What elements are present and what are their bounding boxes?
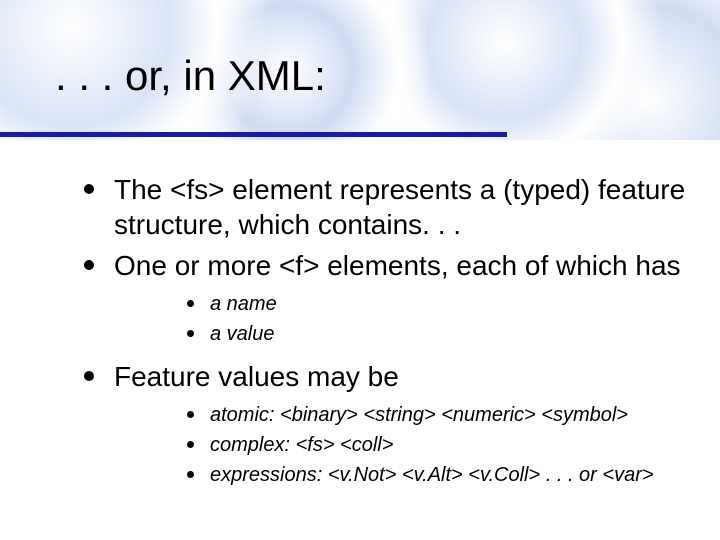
sub-bullet-text: expressions: <v.Not> <v.Alt> <v.Coll> . … bbox=[210, 464, 654, 486]
list-item: One or more <f> elements, each of which … bbox=[80, 248, 690, 349]
sub-bullet-text: complex: <fs> <coll> bbox=[210, 434, 393, 456]
slide-body: The <fs> element represents a (typed) fe… bbox=[0, 140, 720, 490]
sub-bullet-text: a name bbox=[210, 293, 277, 315]
sub-bullet-text: a value bbox=[210, 323, 275, 345]
bullet-list: The <fs> element represents a (typed) fe… bbox=[30, 172, 690, 490]
list-item: The <fs> element represents a (typed) fe… bbox=[80, 172, 690, 242]
slide-header: . . . or, in XML: bbox=[0, 0, 720, 140]
list-item: Feature values may be atomic: <binary> <… bbox=[80, 359, 690, 490]
slide: . . . or, in XML: The <fs> element repre… bbox=[0, 0, 720, 540]
title-underline bbox=[0, 132, 507, 137]
sub-list: atomic: <binary> <string> <numeric> <sym… bbox=[114, 400, 690, 490]
sub-list-item: a value bbox=[184, 319, 690, 349]
bullet-text: The <fs> element represents a (typed) fe… bbox=[114, 174, 685, 240]
bullet-text: Feature values may be bbox=[114, 361, 399, 392]
sub-list: a name a value bbox=[114, 289, 690, 349]
sub-bullet-text: atomic: <binary> <string> <numeric> <sym… bbox=[210, 404, 628, 426]
sub-list-item: expressions: <v.Not> <v.Alt> <v.Coll> . … bbox=[184, 460, 690, 490]
bullet-text: One or more <f> elements, each of which … bbox=[114, 250, 681, 281]
sub-list-item: a name bbox=[184, 289, 690, 319]
sub-list-item: complex: <fs> <coll> bbox=[184, 430, 690, 460]
sub-list-item: atomic: <binary> <string> <numeric> <sym… bbox=[184, 400, 690, 430]
slide-title: . . . or, in XML: bbox=[55, 52, 326, 100]
